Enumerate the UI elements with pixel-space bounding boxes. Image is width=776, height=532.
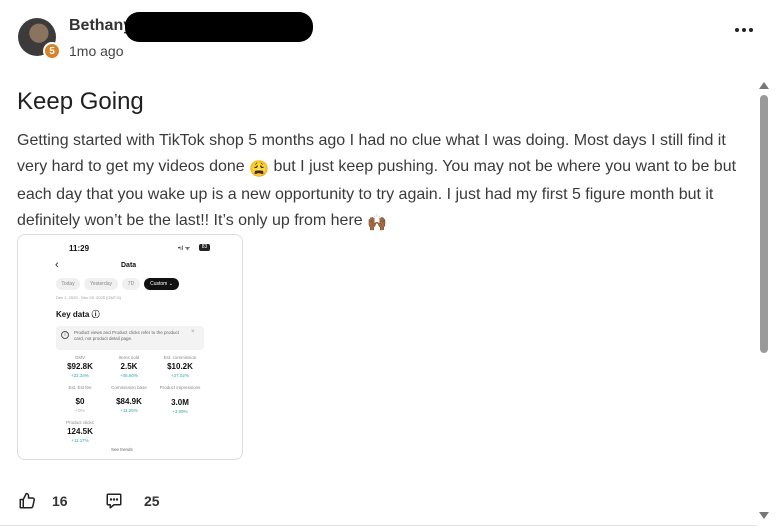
see-trends-link: See trends: [111, 447, 133, 452]
more-horizontal-icon: [735, 28, 739, 32]
metric-change: +27.02%: [171, 373, 189, 378]
scroll-down-arrow[interactable]: [759, 512, 769, 519]
divider: [0, 525, 757, 526]
chip-custom: Custom ⌄: [144, 278, 179, 290]
metric-value: 2.5K: [120, 362, 138, 371]
info-text: Product views and Product clicks refer t…: [74, 330, 180, 341]
author-name[interactable]: Bethany: [69, 17, 132, 35]
metric-change: +3.09%: [172, 409, 188, 414]
metric-label: Product clicks: [66, 420, 94, 425]
post-image-attachment[interactable]: 11:29 •ıl ᯤ 83 ‹ Data Today Yesterday 7D…: [17, 234, 243, 460]
comment-icon: [106, 493, 122, 509]
metric-change: +46.60%: [120, 373, 138, 378]
comment-count: 25: [144, 493, 160, 509]
like-count: 16: [52, 493, 68, 509]
post-timestamp: 1mo ago: [69, 43, 124, 59]
post-body: Getting started with TikTok shop 5 month…: [17, 128, 747, 236]
key-data-heading: Key data ⓘ: [56, 310, 100, 319]
chip-7d: 7D: [122, 278, 140, 290]
metric-value: 3.0M: [171, 398, 189, 407]
metric-value: $0: [75, 397, 85, 406]
more-options-button[interactable]: [734, 22, 754, 38]
signal-wifi-icon: •ıl ᯤ: [178, 246, 191, 252]
close-icon: ×: [191, 329, 195, 335]
phone-clock: 11:29: [69, 244, 90, 253]
battery-icon: 83: [199, 244, 210, 251]
metric-change: +11.17%: [71, 438, 89, 443]
back-arrow-icon: ‹: [55, 259, 59, 271]
metric-value: $84.9K: [116, 397, 142, 406]
chip-today: Today: [56, 278, 80, 290]
level-badge: 5: [43, 42, 61, 60]
metric-change: +11.25%: [120, 408, 138, 413]
scrollbar-thumb[interactable]: [760, 95, 768, 353]
metric-change: +0%: [75, 408, 85, 413]
comment-button[interactable]: [105, 492, 123, 510]
thumbs-up-icon: [19, 492, 35, 509]
metric-value: 124.5K: [67, 427, 93, 436]
metric-label: Commission base: [111, 385, 147, 390]
metric-label: Est. commission: [163, 355, 197, 360]
metric-label: Items sold: [118, 355, 140, 360]
scroll-up-arrow[interactable]: [759, 82, 769, 89]
weary-face-emoji: 😩: [249, 160, 270, 178]
like-button[interactable]: [18, 492, 36, 510]
date-range: Dec 1, 2025 - Dec 29, 2025 (GMT-6): [56, 295, 121, 300]
post-title: Keep Going: [17, 88, 144, 115]
raised-hands-emoji: 🙌🏾: [367, 214, 388, 232]
info-icon: i: [61, 331, 69, 339]
screen-title: Data: [121, 262, 137, 269]
metric-label: Product impressions: [159, 385, 201, 390]
metric-value: $10.2K: [167, 362, 193, 371]
metric-change: +22.34%: [71, 373, 89, 378]
chip-yesterday: Yesterday: [84, 278, 118, 290]
metric-value: $92.8K: [67, 362, 93, 371]
metric-label: GMV: [74, 355, 86, 360]
metric-label: Est. Est fee: [68, 385, 92, 390]
redacted-name: [125, 12, 313, 42]
